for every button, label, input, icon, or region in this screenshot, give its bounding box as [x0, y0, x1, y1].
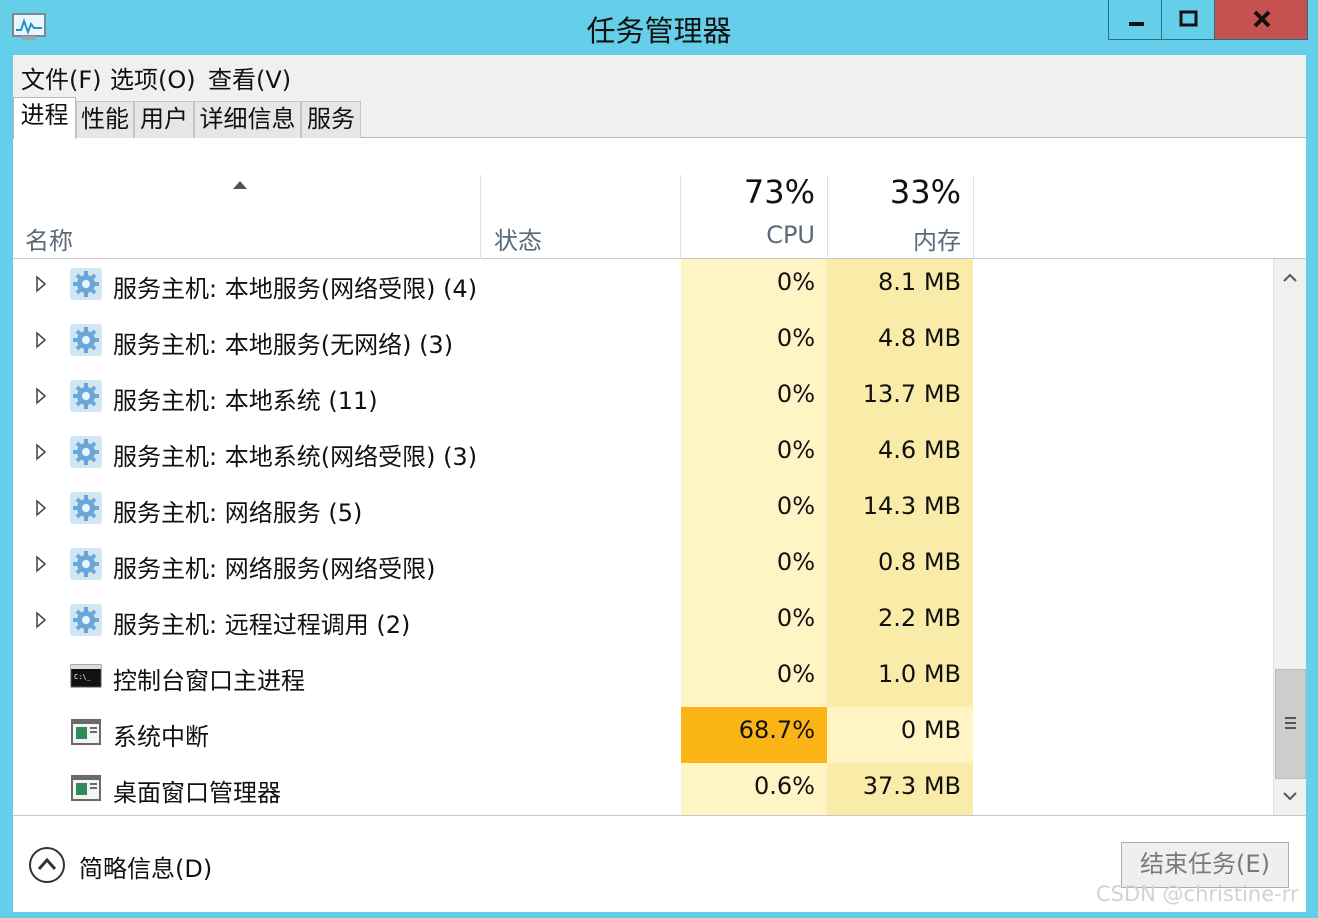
window-app-icon — [70, 716, 102, 748]
process-name: 服务主机: 本地系统(网络受限) (3) — [113, 443, 478, 471]
process-row[interactable]: 服务主机: 网络服务(网络受限) 0% 0.8 MB — [13, 539, 1273, 595]
tab-processes[interactable]: 进程 — [13, 97, 76, 139]
expand-arrow-icon[interactable] — [35, 386, 47, 406]
tab-services[interactable]: 服务 — [301, 101, 361, 138]
process-name: 服务主机: 网络服务 (5) — [113, 499, 363, 527]
console-icon: C:\_ — [70, 660, 102, 692]
process-memory: 37.3 MB — [827, 763, 973, 815]
gear-icon — [70, 548, 102, 580]
scroll-down-button[interactable] — [1274, 779, 1306, 813]
column-name[interactable]: 名称 — [25, 221, 73, 256]
column-header: 名称 状态 73% CPU 33% 内存 — [13, 139, 1306, 259]
expand-arrow-icon[interactable] — [35, 330, 47, 350]
process-row[interactable]: 系统中断 68.7% 0 MB — [13, 707, 1273, 763]
client-area: 文件(F) 选项(O) 查看(V) 进程 性能 用户 详细信息 服务 名称 状态… — [13, 55, 1306, 912]
expand-arrow-icon[interactable] — [35, 498, 47, 518]
scroll-up-button[interactable] — [1274, 261, 1306, 295]
process-memory: 4.6 MB — [827, 427, 973, 483]
gear-icon — [70, 604, 102, 636]
process-cpu: 0% — [681, 539, 827, 595]
memory-total-percent: 33% — [889, 173, 961, 211]
menu-options[interactable]: 选项(O) — [110, 60, 196, 95]
menu-file[interactable]: 文件(F) — [21, 60, 102, 95]
process-row[interactable]: 服务主机: 网络服务 (5) 0% 14.3 MB — [13, 483, 1273, 539]
gear-icon — [70, 492, 102, 524]
process-cpu: 68.7% — [681, 707, 827, 763]
expand-arrow-icon[interactable] — [35, 554, 47, 574]
process-name: 服务主机: 本地服务(无网络) (3) — [113, 331, 454, 359]
process-cpu: 0% — [681, 427, 827, 483]
process-name: 系统中断 — [113, 723, 209, 751]
process-name: 服务主机: 网络服务(网络受限) — [113, 555, 436, 583]
menu-bar: 文件(F) 选项(O) 查看(V) — [13, 55, 1306, 95]
process-cpu: 0% — [681, 259, 827, 315]
chevron-up-circle-icon[interactable] — [28, 846, 66, 884]
process-cpu: 0% — [681, 595, 827, 651]
process-cpu: 0.6% — [681, 763, 827, 815]
tab-performance[interactable]: 性能 — [76, 101, 134, 138]
gear-icon — [70, 324, 102, 356]
process-row[interactable]: 服务主机: 本地系统(网络受限) (3) 0% 4.6 MB — [13, 427, 1273, 483]
title-bar[interactable]: 任务管理器 — [0, 0, 1318, 55]
process-memory: 0 MB — [827, 707, 973, 763]
svg-text:C:\_: C:\_ — [74, 673, 92, 681]
process-memory: 13.7 MB — [827, 371, 973, 427]
watermark: CSDN @christine-rr — [1096, 882, 1299, 906]
column-divider[interactable] — [973, 175, 974, 259]
expand-arrow-icon[interactable] — [35, 274, 47, 294]
process-name: 控制台窗口主进程 — [113, 667, 305, 695]
process-memory: 2.2 MB — [827, 595, 973, 651]
process-memory: 8.1 MB — [827, 259, 973, 315]
gear-icon — [70, 268, 102, 300]
menu-view[interactable]: 查看(V) — [208, 60, 291, 95]
process-memory: 4.8 MB — [827, 315, 973, 371]
minimize-button[interactable] — [1108, 0, 1162, 40]
process-list: 服务主机: 本地服务(网络受限) (4) 0% 8.1 MB 服务主机: 本地服务(无… — [13, 259, 1273, 815]
process-cpu: 0% — [681, 315, 827, 371]
process-row[interactable]: 服务主机: 本地服务(网络受限) (4) 0% 8.1 MB — [13, 259, 1273, 315]
gear-icon — [70, 380, 102, 412]
close-button[interactable] — [1214, 0, 1308, 40]
window-app-icon — [70, 772, 102, 804]
column-status[interactable]: 状态 — [494, 221, 542, 256]
process-memory: 1.0 MB — [827, 651, 973, 707]
process-name: 服务主机: 远程过程调用 (2) — [113, 611, 411, 639]
process-name: 服务主机: 本地系统 (11) — [113, 387, 378, 415]
process-cpu: 0% — [681, 371, 827, 427]
process-cpu: 0% — [681, 483, 827, 539]
footer-bar: 简略信息(D) 结束任务(E) CSDN @christine-rr — [13, 815, 1306, 912]
process-row[interactable]: 服务主机: 远程过程调用 (2) 0% 2.2 MB — [13, 595, 1273, 651]
scroll-thumb[interactable] — [1275, 669, 1306, 779]
expand-arrow-icon[interactable] — [35, 610, 47, 630]
process-name: 服务主机: 本地服务(网络受限) (4) — [113, 275, 478, 303]
process-row[interactable]: 桌面窗口管理器 0.6% 37.3 MB — [13, 763, 1273, 815]
process-row[interactable]: 服务主机: 本地系统 (11) 0% 13.7 MB — [13, 371, 1273, 427]
tab-details[interactable]: 详细信息 — [194, 101, 301, 138]
column-divider[interactable] — [480, 175, 481, 259]
task-manager-window: 任务管理器 文件(F) 选项(O) 查看(V) 进程 性能 用户 详细信息 服务… — [0, 0, 1318, 918]
column-cpu[interactable]: CPU — [681, 221, 815, 249]
process-row[interactable]: 服务主机: 本地服务(无网络) (3) 0% 4.8 MB — [13, 315, 1273, 371]
process-cpu: 0% — [681, 651, 827, 707]
sort-ascending-icon — [233, 181, 247, 189]
cpu-total-percent: 73% — [743, 173, 815, 211]
expand-arrow-icon[interactable] — [35, 442, 47, 462]
process-memory: 0.8 MB — [827, 539, 973, 595]
tab-strip: 进程 性能 用户 详细信息 服务 — [13, 95, 1306, 139]
fewer-details-link[interactable]: 简略信息(D) — [79, 849, 212, 884]
process-memory: 14.3 MB — [827, 483, 973, 539]
maximize-button[interactable] — [1161, 0, 1215, 40]
vertical-scrollbar[interactable] — [1273, 259, 1306, 815]
process-name: 桌面窗口管理器 — [113, 779, 281, 807]
tab-users[interactable]: 用户 — [134, 101, 194, 138]
column-memory[interactable]: 内存 — [827, 221, 961, 256]
gear-icon — [70, 436, 102, 468]
process-row[interactable]: C:\_ 控制台窗口主进程 0% 1.0 MB — [13, 651, 1273, 707]
